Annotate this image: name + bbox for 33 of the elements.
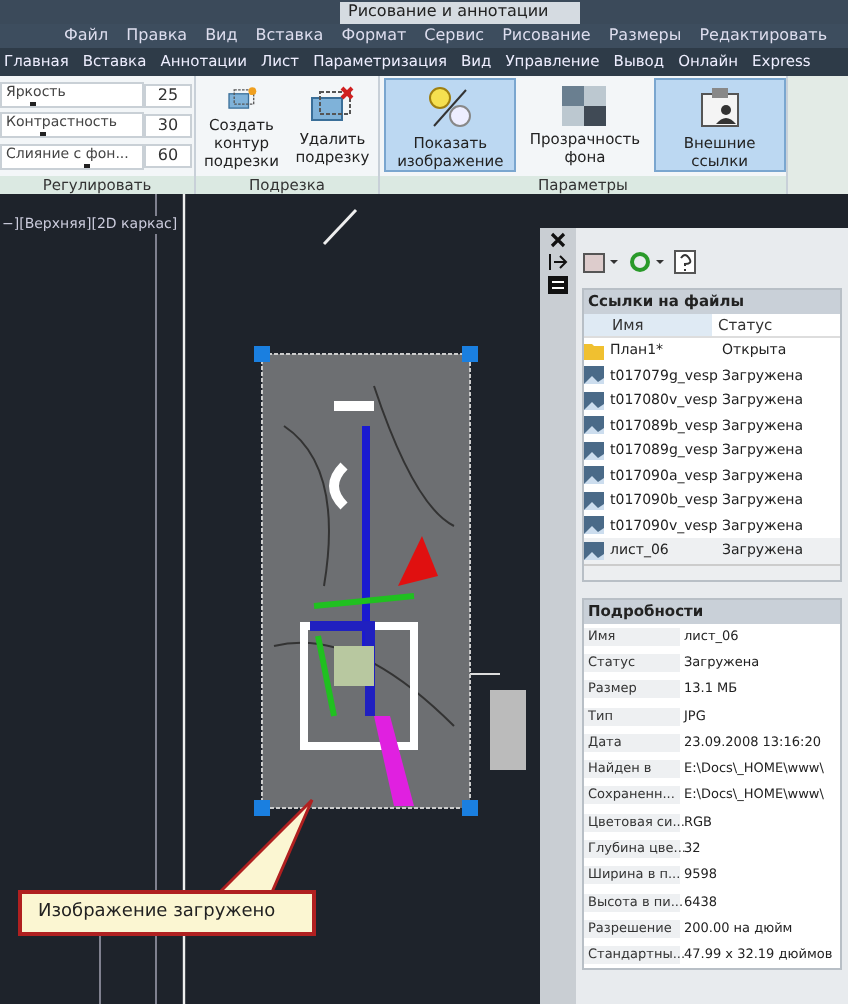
menu-item[interactable]: Редактировать [699, 26, 828, 46]
image-icon [584, 366, 604, 385]
slider-value: 30 [144, 113, 192, 138]
menu-item[interactable]: Вставка [255, 26, 324, 46]
image-icon [584, 441, 604, 460]
image-icon [584, 491, 604, 510]
properties-icon[interactable] [548, 276, 568, 294]
menu-item[interactable]: Рисование [502, 26, 591, 46]
image-icon [584, 466, 604, 485]
menu-item[interactable]: Сервис [424, 26, 485, 46]
menu-item[interactable]: Файл [64, 26, 109, 46]
slider-value: 60 [144, 144, 192, 169]
workspace-dropdown[interactable]: Рисование и аннотации [340, 1, 580, 23]
close-icon[interactable] [550, 232, 566, 248]
image-icon [584, 516, 604, 535]
menu-item[interactable]: Размеры [608, 26, 682, 46]
image-icon [584, 391, 604, 410]
checker-image-icon [562, 86, 607, 126]
help-icon[interactable] [674, 250, 696, 274]
clipboard-person-icon [697, 86, 742, 130]
ribbon-background [788, 76, 848, 194]
slider-thumb[interactable] [83, 163, 90, 168]
callout-text: Изображение загружено [38, 899, 276, 926]
image-icon [584, 541, 604, 560]
menu-item[interactable]: Правка [126, 26, 188, 46]
slider-thumb[interactable] [40, 132, 47, 137]
delete-clip-icon [308, 86, 357, 126]
light-bulbs-icon [426, 86, 475, 130]
image-icon [584, 416, 604, 435]
slider-value: 25 [144, 83, 192, 108]
menu-item[interactable]: Вид [205, 26, 238, 46]
menu-item[interactable]: Формат [341, 26, 407, 46]
slider-thumb[interactable] [29, 102, 36, 107]
